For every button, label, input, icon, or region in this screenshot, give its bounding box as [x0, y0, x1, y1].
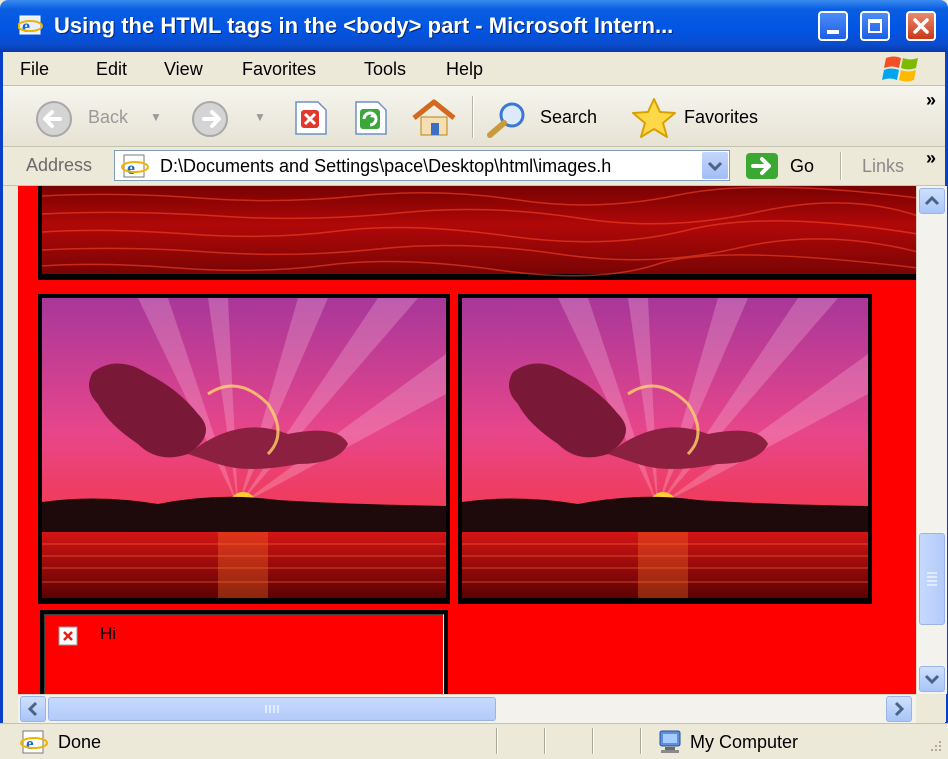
maximize-button[interactable]: [860, 11, 890, 41]
horizontal-scroll-thumb[interactable]: [48, 697, 496, 721]
toolbar-overflow-chevron[interactable]: »: [926, 90, 936, 111]
maximize-icon: [868, 19, 882, 33]
search-icon[interactable]: [484, 100, 534, 138]
scrollbar-corner: [916, 694, 946, 722]
title-bar[interactable]: e Using the HTML tags in the <body> part…: [0, 0, 948, 52]
chevron-left-icon: [27, 701, 38, 717]
go-arrow-icon[interactable]: [744, 152, 780, 180]
address-separator: [840, 152, 842, 180]
favorites-star-icon[interactable]: [628, 97, 680, 139]
broken-image-icon: [58, 626, 78, 646]
links-button[interactable]: Links: [862, 156, 904, 177]
search-button[interactable]: Search: [540, 107, 597, 128]
address-value[interactable]: D:\Documents and Settings\pace\Desktop\h…: [160, 156, 700, 177]
browser-window: e Using the HTML tags in the <body> part…: [0, 0, 948, 759]
grip-icon: [927, 572, 937, 586]
vertical-scroll-thumb[interactable]: [919, 533, 945, 625]
menu-edit[interactable]: Edit: [96, 59, 127, 80]
refresh-icon[interactable]: [350, 100, 390, 136]
stop-icon[interactable]: [290, 100, 330, 136]
window-border-left: [0, 52, 3, 759]
menu-tools[interactable]: Tools: [364, 59, 406, 80]
svg-text:e: e: [22, 16, 30, 36]
status-bar: [0, 723, 948, 759]
chevron-down-icon: [924, 674, 940, 685]
security-zone-text: My Computer: [690, 732, 799, 752]
window-title: Using the HTML tags in the <body> part -…: [54, 13, 674, 38]
scroll-left-button[interactable]: [20, 696, 46, 722]
status-panel-separator: [544, 728, 546, 754]
toolbar-separator: [472, 96, 474, 138]
chevron-right-icon: [894, 701, 905, 717]
sunset-image-graphic: [42, 298, 446, 598]
grip-icon: [265, 705, 279, 713]
my-computer-icon: [659, 730, 681, 753]
links-overflow-chevron[interactable]: »: [926, 148, 936, 169]
page-icon: e: [121, 154, 149, 178]
menu-favorites[interactable]: Favorites: [242, 59, 316, 80]
sunset-image-graphic: [462, 298, 868, 598]
svg-text:e: e: [127, 158, 135, 178]
favorites-button[interactable]: Favorites: [684, 107, 758, 128]
status-panel-separator: [496, 728, 498, 754]
go-button[interactable]: Go: [790, 156, 814, 177]
svg-text:e: e: [26, 734, 34, 753]
chevron-up-icon: [924, 195, 940, 206]
minimize-icon: [827, 30, 839, 34]
menu-file[interactable]: File: [20, 59, 49, 80]
toolbar: [0, 86, 948, 147]
back-button[interactable]: Back: [88, 107, 128, 128]
home-icon[interactable]: [410, 98, 460, 138]
scroll-down-button[interactable]: [919, 666, 945, 692]
scroll-right-button[interactable]: [886, 696, 912, 722]
status-panel-separator: [592, 728, 594, 754]
forward-dropdown-icon[interactable]: ▼: [254, 110, 266, 124]
chevron-down-icon: [707, 161, 723, 172]
sea-image: [38, 186, 916, 280]
ie-logo-icon: e: [18, 15, 43, 36]
forward-arrow-icon[interactable]: [190, 99, 234, 139]
resize-grip-icon[interactable]: [926, 736, 944, 754]
minimize-button[interactable]: [818, 11, 848, 41]
broken-image-box: Hi: [40, 610, 448, 694]
sunset-image-2: [458, 294, 872, 604]
close-icon: [913, 18, 929, 34]
close-button[interactable]: [906, 11, 936, 41]
menu-bar: File Edit View Favorites Tools Help: [0, 52, 948, 86]
status-panel-separator: [640, 728, 642, 754]
back-dropdown-icon[interactable]: ▼: [150, 110, 162, 124]
sea-image-graphic: [41, 186, 916, 277]
broken-image-alt-text: Hi: [100, 624, 117, 643]
page-content: Hi: [18, 186, 916, 694]
back-arrow-icon[interactable]: [34, 99, 78, 139]
address-label: Address: [26, 155, 93, 175]
sunset-image-1: [38, 294, 450, 604]
page-done-icon: e: [20, 730, 48, 754]
vertical-scrollbar[interactable]: [916, 186, 947, 694]
horizontal-scrollbar[interactable]: [18, 694, 916, 723]
menu-view[interactable]: View: [164, 59, 203, 80]
menu-help[interactable]: Help: [446, 59, 483, 80]
scroll-up-button[interactable]: [919, 188, 945, 214]
windows-logo-icon: [882, 56, 918, 82]
address-dropdown-button[interactable]: [702, 152, 728, 179]
status-text: Done: [58, 732, 102, 752]
